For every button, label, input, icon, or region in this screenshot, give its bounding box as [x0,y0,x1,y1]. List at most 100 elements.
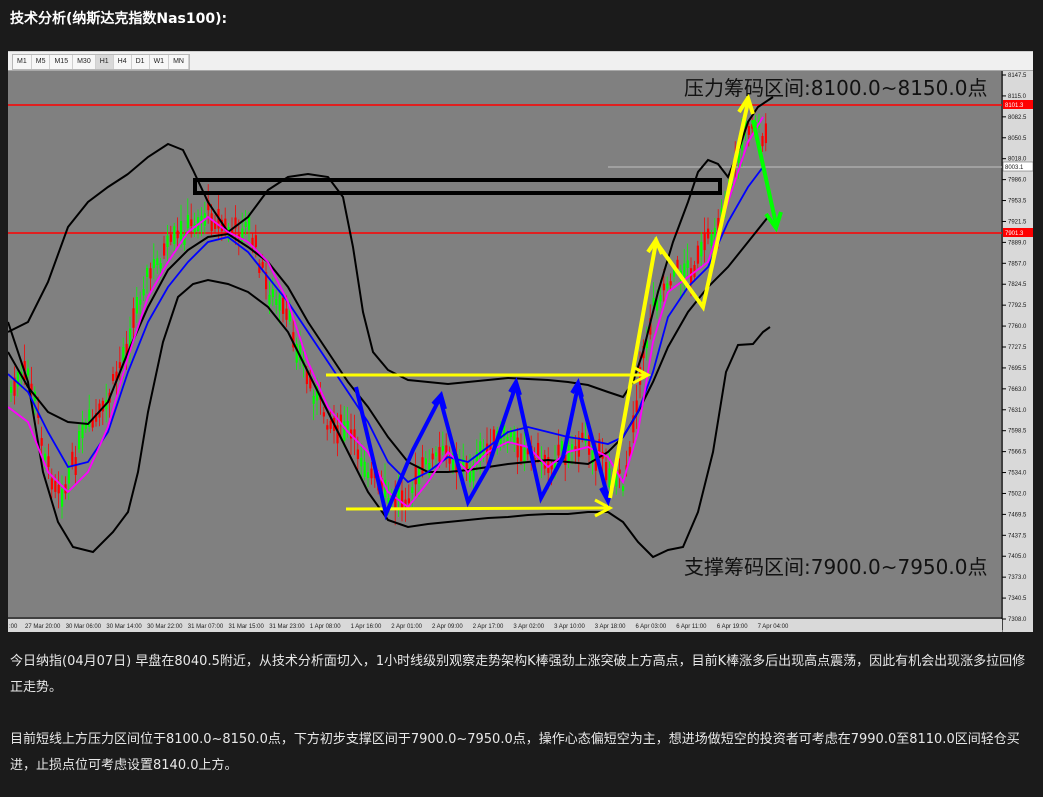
price-tick-label: 7953.5 [1008,199,1027,205]
price-tick-label: 7308.0 [1008,617,1027,623]
bear-candle [285,308,288,320]
price-tick-label: 7502.0 [1008,491,1027,497]
bear-candle [322,412,325,417]
bull-candle [343,421,346,441]
plot-area [8,71,1002,630]
price-tick-label: 7727.5 [1008,345,1027,351]
bull-candle [139,299,142,305]
bull-candle [666,283,669,289]
bull-candle [146,267,149,277]
price-tick-label: 7566.5 [1008,450,1027,456]
time-tick-label: 30 Mar 22:00 [147,624,183,630]
bear-candle [149,268,152,279]
bear-candle [747,126,750,135]
bear-candle [421,457,424,475]
price-tick-label: 7760.0 [1008,324,1027,330]
bull-candle [710,234,713,247]
bull-candle [27,368,30,376]
bull-candle [78,431,81,450]
bull-candle [67,467,70,484]
bull-candle [186,214,189,229]
bull-candle [180,221,183,240]
bull-candle [173,226,176,244]
bull-candle [44,453,47,460]
bear-candle [254,235,257,248]
bear-candle [356,449,359,460]
support-zone-label: 支撑筹码区间:7900.0~7950.0点 [684,555,987,579]
time-tick-label: 2 Apr 01:00 [391,624,422,630]
bear-candle [761,135,764,147]
bear-candle [71,451,74,466]
time-tick-label: 31 Mar 23:00 [269,624,305,630]
bull-candle [248,216,251,231]
bull-candle [571,444,574,449]
bear-candle [407,498,410,504]
bear-candle [40,438,43,446]
price-tick-label: 7986.0 [1008,178,1027,184]
time-tick-label: 3 Apr 02:00 [513,624,544,630]
price-tick-label: 7889.0 [1008,240,1027,246]
bull-candle [700,241,703,257]
price-tick-label: 8147.5 [1008,73,1027,79]
bear-candle [577,437,580,457]
price-tick-label: 8050.5 [1008,136,1027,142]
bull-candle [363,461,366,477]
upper-price-tag-text: 8101.3 [1005,103,1024,109]
time-tick-label: 31 Mar 15:00 [229,624,265,630]
page-heading: 技术分析(纳斯达克指数Nas100): [10,11,228,27]
bull-candle [142,288,145,296]
lower-price-tag-text: 7901.3 [1005,231,1024,237]
bull-candle [360,457,363,467]
time-tick-label: 30 Mar 06:00 [66,624,102,630]
time-tick-label: 1 Apr 16:00 [351,624,382,630]
bear-candle [54,480,57,492]
price-tick-label: 7663.0 [1008,387,1027,393]
time-tick-label: 31 Mar 07:00 [188,624,224,630]
price-tick-label: 7857.0 [1008,261,1027,267]
bull-candle [659,295,662,302]
price-chart[interactable]: M1 M5 M15 M30 H1 H4 D1 W1 MN 8147.5 8115.0 8082.5 8… [8,51,1033,632]
bull-candle [441,446,444,452]
bull-candle [10,386,13,393]
bear-candle [176,230,179,239]
bull-candle [424,458,427,465]
bull-candle [271,289,274,298]
bear-candle [696,245,699,264]
bear-candle [764,123,767,144]
bull-candle [686,260,689,268]
bear-candle [112,374,115,381]
bear-candle [326,425,329,430]
bull-candle [159,263,162,269]
price-tick-label: 7405.0 [1008,554,1027,560]
price-tick-label: 7631.0 [1008,408,1027,414]
price-axis-panel [1003,71,1033,632]
bull-candle [278,295,281,311]
price-tick-label: 7373.0 [1008,575,1027,581]
bull-candle [152,259,155,268]
bull-candle [244,221,247,227]
bull-candle [166,235,169,247]
bull-candle [523,447,526,464]
bear-candle [401,490,404,509]
chart-canvas: 8147.58115.08082.58050.58018.07986.07953… [8,71,1033,632]
bear-candle [588,435,591,455]
bull-candle [435,452,438,457]
bull-candle [608,468,611,488]
price-tick-label: 7792.5 [1008,303,1027,309]
bear-candle [703,233,706,251]
time-tick-label: 1 Apr 08:00 [310,624,341,630]
bull-candle [367,472,370,479]
bear-candle [47,456,50,467]
bear-candle [57,485,60,494]
bull-candle [268,294,271,305]
bear-candle [618,469,621,474]
price-tick-label: 7824.5 [1008,282,1027,288]
bear-candle [516,437,519,458]
bull-candle [156,258,159,266]
bear-candle [118,362,121,369]
price-tick-label: 8082.5 [1008,115,1027,121]
price-tick-label: 7340.5 [1008,596,1027,602]
analysis-paragraph-2: 目前短线上方压力区间位于8100.0~8150.0点，下方初步支撑区间于7900… [10,732,1020,773]
bull-candle [506,437,509,445]
bear-candle [132,308,135,328]
